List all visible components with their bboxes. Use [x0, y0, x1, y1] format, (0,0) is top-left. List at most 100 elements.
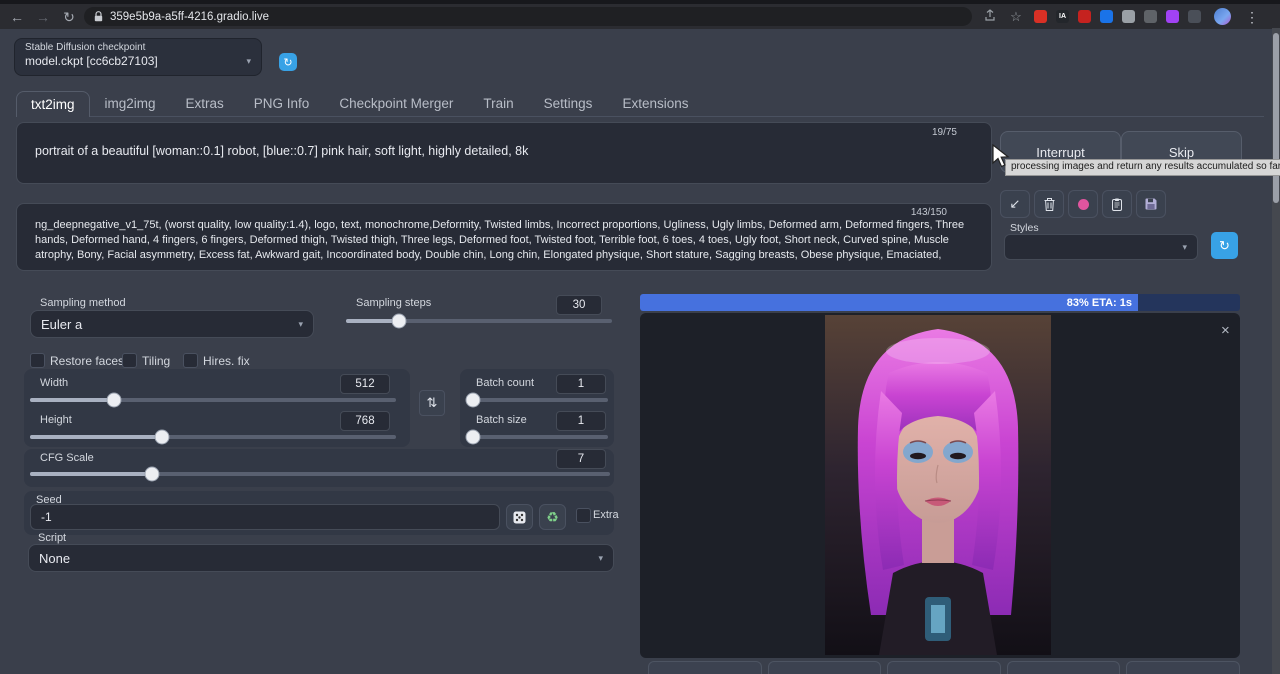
portrait-illustration: [825, 315, 1051, 655]
cfg-scale-input[interactable]: 7: [556, 449, 606, 469]
chevron-down-icon: ▾: [298, 319, 303, 330]
save-style-button[interactable]: [1136, 190, 1166, 218]
gallery-action-button[interactable]: [887, 661, 1001, 674]
tab-png-info[interactable]: PNG Info: [239, 90, 325, 116]
width-input[interactable]: 512: [340, 374, 390, 394]
generated-image[interactable]: [825, 315, 1051, 655]
forward-button[interactable]: →: [34, 8, 52, 26]
extension-icon-2-label: IA: [1059, 13, 1066, 20]
negative-prompt-textarea[interactable]: 143/150 ng_deepnegative_v1_75t, (worst q…: [16, 203, 992, 271]
profile-avatar[interactable]: [1214, 8, 1231, 25]
tab-train[interactable]: Train: [468, 90, 528, 116]
puzzle-extensions-icon[interactable]: [1188, 10, 1201, 23]
slider-thumb[interactable]: [144, 467, 159, 482]
batch-count-slider[interactable]: [470, 398, 608, 402]
slider-thumb[interactable]: [465, 393, 480, 408]
back-button[interactable]: ←: [8, 8, 26, 26]
batch-count-input[interactable]: 1: [556, 374, 606, 394]
browser-menu-icon[interactable]: ⋮: [1244, 9, 1260, 25]
refresh-icon: ↻: [283, 56, 292, 69]
close-gallery-icon[interactable]: ×: [1221, 323, 1230, 338]
height-slider[interactable]: [30, 435, 396, 439]
negative-prompt-text: ng_deepnegative_v1_75t, (worst quality, …: [17, 204, 991, 270]
cfg-scale-label: CFG Scale: [40, 452, 94, 464]
bookmark-star-icon[interactable]: ☆: [1008, 9, 1024, 25]
gallery-action-button[interactable]: [768, 661, 882, 674]
swap-arrows-icon: ⇅: [427, 395, 438, 411]
chevron-down-icon: ▾: [598, 553, 603, 564]
height-input[interactable]: 768: [340, 411, 390, 431]
prompt-textarea[interactable]: 19/75 portrait of a beautiful [woman::0.…: [16, 122, 992, 184]
styles-dropdown[interactable]: ▾: [1004, 234, 1198, 260]
swap-dimensions-button[interactable]: ⇅: [419, 390, 445, 416]
output-gallery: ×: [640, 313, 1240, 658]
extension-icon-4[interactable]: [1100, 10, 1113, 23]
seed-extra-checkbox[interactable]: [576, 508, 591, 523]
styles-label: Styles: [1010, 222, 1039, 234]
prompt-text: portrait of a beautiful [woman::0.1] rob…: [17, 123, 991, 166]
random-seed-button[interactable]: [506, 504, 533, 530]
share-icon[interactable]: [982, 9, 998, 25]
hires-fix-label: Hires. fix: [203, 354, 250, 368]
paste-generation-params-button[interactable]: ↙: [1000, 190, 1030, 218]
extension-icon-2[interactable]: IA: [1056, 10, 1069, 23]
hires-fix-checkbox[interactable]: [183, 353, 198, 368]
batch-size-slider[interactable]: [470, 435, 608, 439]
clear-prompt-button[interactable]: [1034, 190, 1064, 218]
gallery-action-button[interactable]: [1126, 661, 1240, 674]
script-label: Script: [38, 532, 66, 544]
paste-arrow-icon: ↙: [1010, 196, 1021, 212]
recycle-icon: ♻: [546, 509, 559, 526]
height-label: Height: [40, 414, 72, 426]
slider-thumb[interactable]: [107, 393, 122, 408]
cfg-panel: [24, 449, 614, 487]
clipboard-icon: [1112, 198, 1122, 211]
width-slider[interactable]: [30, 398, 396, 402]
sampling-method-value: Euler a: [41, 317, 82, 332]
tiling-checkbox[interactable]: [122, 353, 137, 368]
width-label: Width: [40, 377, 68, 389]
gallery-actions-row: [648, 661, 1240, 674]
gallery-action-button[interactable]: [648, 661, 762, 674]
address-bar[interactable]: 359e5b9a-a5ff-4216.gradio.live: [84, 7, 972, 26]
tab-checkpoint-merger[interactable]: Checkpoint Merger: [324, 90, 468, 116]
extra-networks-button[interactable]: [1068, 190, 1098, 218]
checkpoint-refresh-button[interactable]: ↻: [279, 53, 297, 71]
tab-img2img[interactable]: img2img: [90, 90, 171, 116]
negative-prompt-token-counter: 143/150: [911, 207, 947, 218]
extension-icon-6[interactable]: [1144, 10, 1157, 23]
sampling-steps-slider[interactable]: [346, 319, 612, 323]
sampling-steps-label: Sampling steps: [356, 297, 431, 309]
tab-extras[interactable]: Extras: [171, 90, 239, 116]
extension-icon-7[interactable]: [1166, 10, 1179, 23]
batch-size-input[interactable]: 1: [556, 411, 606, 431]
slider-thumb[interactable]: [392, 314, 407, 329]
tiling-label: Tiling: [142, 354, 170, 368]
styles-refresh-button[interactable]: ↻: [1211, 232, 1238, 259]
tab-settings[interactable]: Settings: [529, 90, 608, 116]
slider-thumb[interactable]: [465, 430, 480, 445]
reload-button[interactable]: ↻: [60, 8, 78, 26]
browser-toolbar: ← → ↻ 359e5b9a-a5ff-4216.gradio.live ☆ I…: [0, 4, 1280, 29]
page-scrollbar-thumb[interactable]: [1273, 33, 1279, 203]
sampling-steps-input[interactable]: 30: [556, 295, 602, 315]
script-dropdown[interactable]: None ▾: [28, 544, 614, 572]
slider-thumb[interactable]: [154, 430, 169, 445]
script-value: None: [39, 551, 70, 566]
extension-icon-5[interactable]: [1122, 10, 1135, 23]
extra-networks-icon: [1078, 199, 1089, 210]
extension-icon-3[interactable]: [1078, 10, 1091, 23]
reuse-seed-button[interactable]: ♻: [539, 504, 566, 530]
gallery-action-button[interactable]: [1007, 661, 1121, 674]
tab-extensions[interactable]: Extensions: [607, 90, 703, 116]
seed-input[interactable]: -1: [30, 504, 500, 530]
sampling-method-dropdown[interactable]: Euler a ▾: [30, 310, 314, 338]
restore-faces-checkbox[interactable]: [30, 353, 45, 368]
checkpoint-dropdown[interactable]: Stable Diffusion checkpoint model.ckpt […: [14, 38, 262, 76]
progress-text: 83% ETA: 1s: [1067, 297, 1138, 309]
chevron-down-icon: ▾: [246, 56, 251, 67]
extension-icon-1[interactable]: [1034, 10, 1047, 23]
apply-styles-button[interactable]: [1102, 190, 1132, 218]
cfg-scale-slider[interactable]: [30, 472, 610, 476]
tab-txt2img[interactable]: txt2img: [16, 91, 90, 117]
